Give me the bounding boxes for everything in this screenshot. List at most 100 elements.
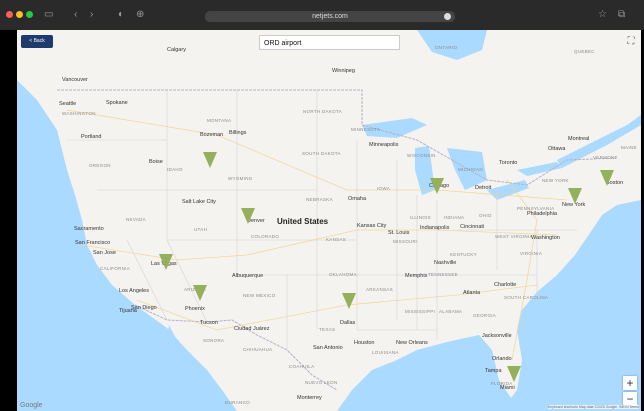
zoom-out-button[interactable]: −: [623, 392, 637, 406]
search-input[interactable]: ORD airport: [259, 35, 400, 50]
state-label: MICHIGAN: [458, 167, 483, 172]
shield-icon[interactable]: ◐: [118, 9, 124, 21]
city-label: Tampa: [485, 368, 502, 374]
sidebar-toggle-icon[interactable]: ▭: [44, 9, 53, 21]
city-label: Winnipeg: [332, 68, 355, 74]
country-label: United States: [277, 217, 329, 226]
city-label: Omaha: [348, 196, 367, 202]
city-label: Atlanta: [463, 290, 481, 296]
state-label: OKLAHOMA: [329, 272, 357, 277]
zoom-in-button[interactable]: +: [623, 376, 637, 390]
forward-nav-icon[interactable]: ›: [90, 9, 93, 21]
state-label: LOUISIANA: [372, 350, 399, 355]
close-window-button[interactable]: [6, 11, 13, 18]
map-canvas[interactable]: WASHINGTON MONTANA NORTH DAKOTA MINNESOT…: [17, 30, 641, 411]
maximize-window-button[interactable]: [26, 11, 33, 18]
state-label: WASHINGTON: [62, 111, 96, 116]
city-label: Montreal: [568, 136, 590, 142]
state-label: ARKANSAS: [366, 287, 393, 292]
city-label: Cincinnati: [460, 224, 485, 230]
extension-icon[interactable]: ⊕: [136, 9, 144, 21]
city-label: Spokane: [106, 100, 128, 106]
state-label: TEXAS: [319, 327, 336, 332]
city-label: Bozeman: [200, 132, 224, 138]
city-label: Washington: [531, 235, 560, 241]
state-label: TENNESSEE: [428, 272, 458, 277]
state-label: INDIANA: [444, 215, 465, 220]
state-label: WYOMING: [228, 176, 253, 181]
city-label: Tijuana: [119, 308, 137, 314]
reader-icon[interactable]: [444, 13, 451, 20]
airport-marker[interactable]: [507, 366, 521, 382]
state-label: MINNESOTA: [351, 127, 381, 132]
back-nav-icon[interactable]: ‹: [74, 9, 77, 21]
city-label: San Jose: [93, 250, 116, 256]
city-label: Phoenix: [185, 306, 205, 312]
state-label: GEORGIA: [473, 313, 497, 318]
airport-marker[interactable]: [203, 152, 217, 168]
city-label: Ottawa: [548, 146, 566, 152]
state-label: WISCONSIN: [407, 153, 436, 158]
state-label: VIRGINIA: [520, 251, 543, 256]
state-label: DURANGO: [225, 400, 251, 405]
city-label: Monterrey: [297, 395, 322, 401]
tabs-icon[interactable]: ⧉: [618, 9, 625, 21]
airport-marker[interactable]: [600, 170, 614, 186]
address-bar[interactable]: netjets.com: [205, 11, 455, 22]
city-label: St. Louis: [388, 230, 410, 236]
state-label: NEW MEXICO: [243, 293, 276, 298]
city-label: Detroit: [475, 185, 492, 191]
city-label: Jacksonville: [482, 333, 512, 339]
city-label: Ciudad Juárez: [234, 326, 270, 332]
city-label: Albuquerque: [232, 273, 264, 279]
state-label: MAINE: [621, 145, 637, 150]
city-label: Dallas: [340, 320, 356, 326]
map-base: [17, 30, 641, 411]
city-label: Seattle: [59, 101, 77, 107]
city-label: Billings: [229, 130, 247, 136]
airport-marker[interactable]: [193, 285, 207, 301]
city-label: Kansas City: [357, 223, 387, 229]
back-button[interactable]: < Back: [21, 35, 53, 48]
state-label: SOUTH CAROLINA: [504, 295, 549, 300]
city-label: Boise: [149, 159, 163, 165]
state-label: OHIO: [479, 213, 492, 218]
city-label: Minneapolis: [369, 142, 399, 148]
state-label: NEBRASKA: [306, 197, 333, 202]
city-label: Indianapolis: [420, 225, 450, 231]
minimize-window-button[interactable]: [16, 11, 23, 18]
state-label: NORTH DAKOTA: [303, 109, 342, 114]
airport-marker[interactable]: [342, 293, 356, 309]
city-label: Sacramento: [74, 226, 104, 232]
state-label: ONTARIO: [435, 45, 458, 50]
star-icon[interactable]: ☆: [598, 9, 607, 21]
state-label: ILLINOIS: [410, 215, 431, 220]
state-label: SOUTH DAKOTA: [302, 151, 341, 156]
city-label: Houston: [354, 340, 375, 346]
city-label: Miami: [500, 385, 515, 391]
map-attribution[interactable]: Keyboard shortcuts Map data ©2025 Google…: [547, 405, 639, 409]
city-label: Portland: [81, 134, 102, 140]
state-label: COAHUILA: [289, 364, 315, 369]
airport-marker[interactable]: [430, 178, 444, 194]
city-label: Orlando: [492, 356, 512, 362]
state-label: NEW YORK: [542, 178, 569, 183]
state-label: ALABAMA: [439, 309, 463, 314]
city-label: Charlotte: [494, 282, 517, 288]
state-label: IDAHO: [167, 167, 183, 172]
state-label: NUEVO LEON: [305, 380, 338, 385]
state-label: CALIFORNIA: [100, 266, 131, 271]
city-label: Nashville: [434, 260, 457, 266]
google-logo: Google: [20, 402, 43, 409]
state-label: MISSISSIPPI: [405, 309, 436, 314]
airport-marker[interactable]: [241, 208, 255, 224]
state-label: CHIHUAHUA: [243, 347, 273, 352]
city-label: Los Angeles: [119, 288, 149, 294]
fullscreen-icon[interactable]: ⛶: [625, 36, 637, 48]
state-label: OREGON: [89, 163, 111, 168]
airport-marker[interactable]: [159, 254, 173, 270]
airport-marker[interactable]: [568, 188, 582, 204]
url-text: netjets.com: [312, 13, 348, 20]
state-label: MISSOURI: [393, 239, 418, 244]
state-label: MONTANA: [207, 118, 232, 123]
